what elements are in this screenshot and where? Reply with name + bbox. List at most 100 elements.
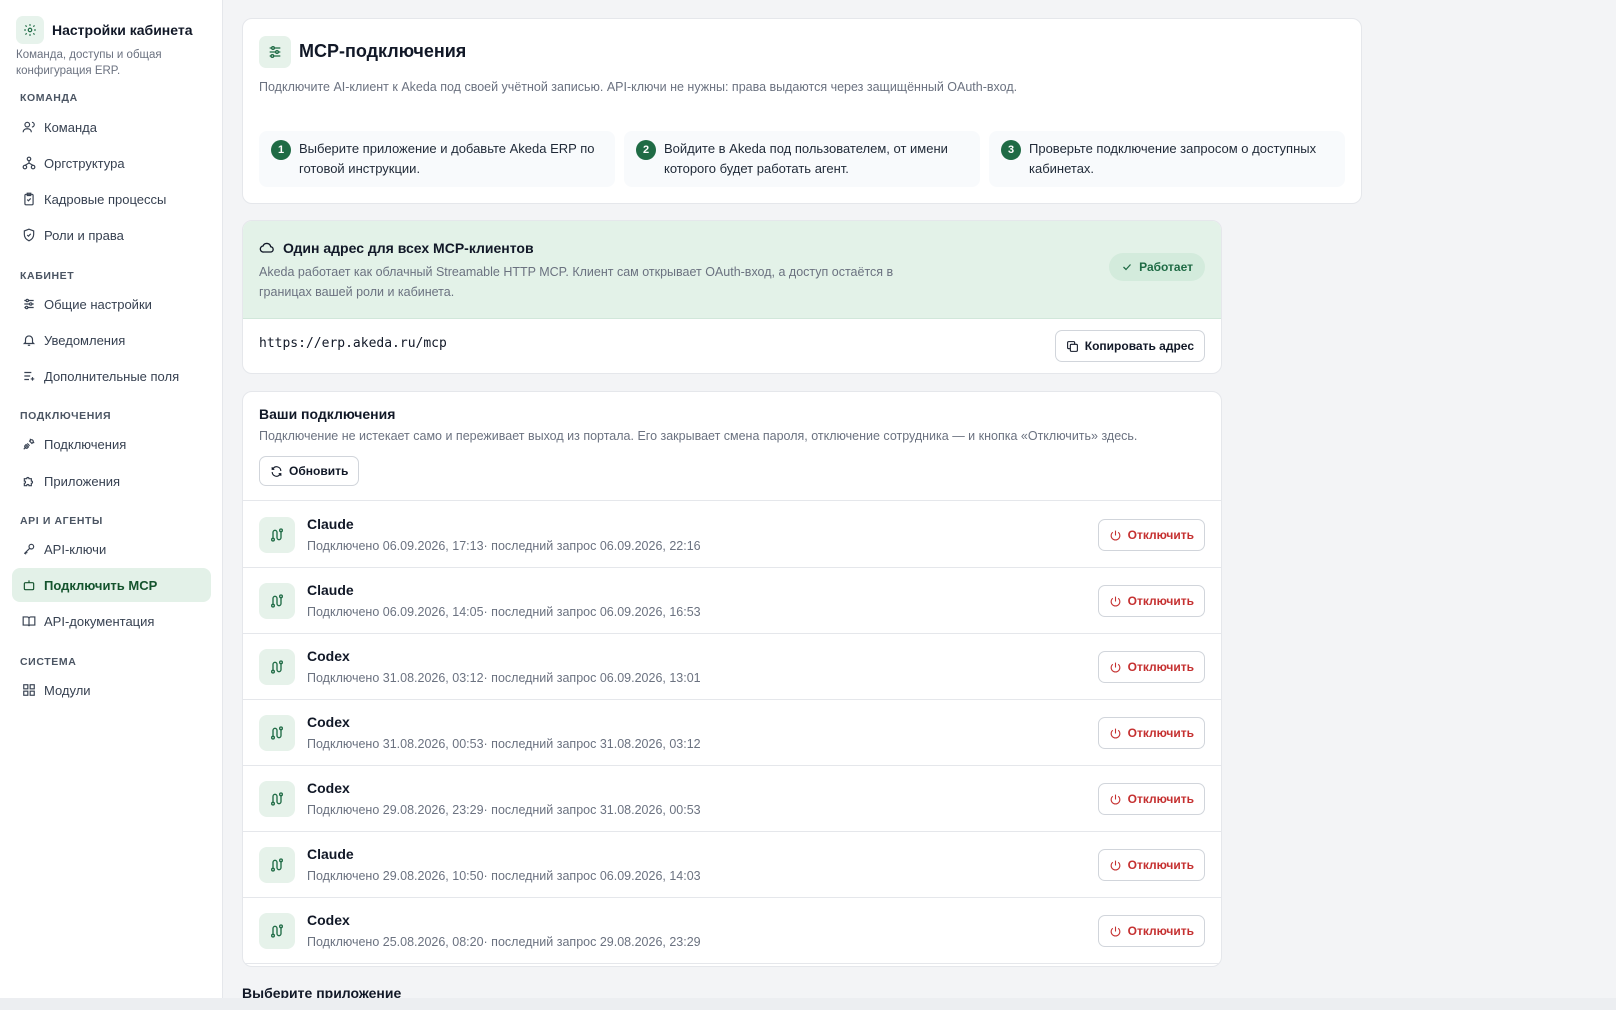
refresh-icon bbox=[271, 465, 282, 477]
section-team: Команда bbox=[20, 92, 78, 104]
plug-icon bbox=[23, 438, 35, 450]
sidebar-item-team[interactable]: Команда bbox=[12, 110, 211, 144]
connections-card: Ваши подключения Подключение не истекает… bbox=[242, 391, 1222, 967]
sidebar-item-api-keys[interactable]: API-ключи bbox=[12, 532, 211, 566]
connection-meta: Подключено 06.09.2026, 14:05· последний … bbox=[307, 605, 701, 619]
sidebar-item-label: Уведомления bbox=[44, 332, 126, 348]
page-description: Подключите AI-клиент к Akeda под своей у… bbox=[259, 80, 1018, 94]
sidebar-item-modules[interactable]: Модули bbox=[12, 673, 211, 707]
grid-icon bbox=[23, 684, 35, 696]
sidebar-item-label: API-документация bbox=[44, 613, 155, 629]
sidebar-item-roles[interactable]: Роли и права bbox=[12, 218, 211, 252]
disconnect-button[interactable]: Отключить bbox=[1097, 585, 1205, 617]
connection-row: Claude Подключено 06.09.2026, 17:13· пос… bbox=[243, 501, 1221, 568]
connections-title: Ваши подключения bbox=[259, 406, 396, 422]
sidebar-item-label: Общие настройки bbox=[44, 296, 152, 312]
disconnect-button[interactable]: Отключить bbox=[1097, 849, 1205, 881]
power-icon bbox=[1110, 662, 1120, 672]
connection-meta: Подключено 31.08.2026, 00:53· последний … bbox=[307, 737, 701, 751]
power-icon bbox=[1110, 596, 1120, 606]
refresh-button[interactable]: Обновить bbox=[259, 456, 360, 486]
power-icon bbox=[1110, 860, 1120, 870]
connection-row: Claude Подключено 06.09.2026, 14:05· пос… bbox=[243, 567, 1221, 634]
sidebar-item-mcp[interactable]: Подключить MCP bbox=[12, 568, 211, 602]
step-number: 3 bbox=[1001, 140, 1021, 160]
gear-icon bbox=[16, 16, 44, 44]
status-badge: Работает bbox=[1109, 253, 1205, 281]
list-plus-icon bbox=[24, 371, 35, 381]
sidebar-item-hr[interactable]: Кадровые процессы bbox=[12, 182, 211, 216]
step-1: 1 Выберите приложение и добавьте Akeda E… bbox=[259, 131, 615, 187]
check-icon bbox=[1123, 264, 1132, 271]
connection-name: Claude bbox=[307, 516, 354, 532]
connection-row: Codex Подключено 29.08.2026, 23:29· посл… bbox=[243, 765, 1221, 832]
sidebar-item-label: Подключить MCP bbox=[44, 577, 158, 593]
cloud-icon bbox=[259, 242, 274, 253]
disconnect-button[interactable]: Отключить bbox=[1097, 915, 1205, 947]
sidebar-item-label: API-ключи bbox=[44, 541, 107, 557]
step-number: 1 bbox=[271, 140, 291, 160]
users-icon bbox=[22, 121, 35, 133]
puzzle-icon bbox=[23, 476, 34, 487]
power-icon bbox=[1110, 530, 1120, 540]
route-icon bbox=[259, 583, 295, 619]
mcp-address-card: Один адрес для всех MCP-клиентов Akeda р… bbox=[242, 220, 1222, 374]
power-icon bbox=[1110, 926, 1120, 936]
route-icon bbox=[259, 649, 295, 685]
address-title-row: Один адрес для всех MCP-клиентов bbox=[259, 240, 534, 256]
connection-meta: Подключено 31.08.2026, 03:12· последний … bbox=[307, 671, 701, 685]
power-icon bbox=[1110, 794, 1120, 804]
mcp-url: https://erp.akeda.ru/mcp bbox=[259, 336, 447, 351]
sliders-icon bbox=[24, 298, 34, 310]
route-icon bbox=[259, 517, 295, 553]
connection-row: Codex Подключено 25.08.2026, 08:20· посл… bbox=[243, 897, 1221, 964]
sidebar-item-label: Приложения bbox=[44, 473, 121, 489]
step-3: 3 Проверьте подключение запросом о досту… bbox=[989, 131, 1345, 187]
disconnect-button[interactable]: Отключить bbox=[1097, 783, 1205, 815]
status-label: Работает bbox=[1139, 260, 1193, 274]
route-icon bbox=[259, 715, 295, 751]
sidebar-item-label: Модули bbox=[44, 682, 91, 698]
sidebar-item-connections[interactable]: Подключения bbox=[12, 427, 211, 461]
section-api: API и агенты bbox=[20, 515, 103, 527]
step-number: 2 bbox=[636, 140, 656, 160]
sidebar-item-apps[interactable]: Приложения bbox=[12, 464, 211, 498]
bot-icon bbox=[23, 580, 35, 591]
disconnect-button[interactable]: Отключить bbox=[1097, 717, 1205, 749]
sidebar-item-label: Дополнительные поля bbox=[44, 368, 180, 384]
connection-name: Codex bbox=[307, 648, 350, 664]
connection-meta: Подключено 06.09.2026, 17:13· последний … bbox=[307, 539, 701, 553]
disconnect-label: Отключить bbox=[1127, 792, 1194, 806]
sidebar: Настройки кабинета Команда, доступы и об… bbox=[0, 0, 223, 998]
connection-row: Codex Подключено 31.08.2026, 03:12· посл… bbox=[243, 633, 1221, 700]
book-icon bbox=[22, 616, 36, 627]
sidebar-item-orgstructure[interactable]: Оргструктура bbox=[12, 146, 211, 180]
disconnect-button[interactable]: Отключить bbox=[1097, 651, 1205, 683]
sidebar-item-label: Кадровые процессы bbox=[44, 191, 167, 207]
connection-row: Codex Подключено 31.08.2026, 00:53· посл… bbox=[243, 699, 1221, 766]
bell-icon bbox=[22, 335, 36, 346]
disconnect-button[interactable]: Отключить bbox=[1097, 519, 1205, 551]
connection-name: Codex bbox=[307, 912, 350, 928]
page-title: MCP-подключения bbox=[299, 41, 467, 61]
refresh-label: Обновить bbox=[289, 464, 349, 478]
bottom-strip bbox=[0, 998, 1616, 1010]
sidebar-item-label: Оргструктура bbox=[44, 155, 125, 171]
sidebar-item-fields[interactable]: Дополнительные поля bbox=[12, 359, 211, 393]
shield-icon bbox=[23, 228, 35, 242]
step-text: Выберите приложение и добавьте Akeda ERP… bbox=[299, 141, 595, 176]
sidebar-item-notifications[interactable]: Уведомления bbox=[12, 323, 211, 357]
power-icon bbox=[1110, 728, 1120, 738]
sidebar-title: Настройки кабинета bbox=[52, 22, 193, 38]
mcp-hero-card: MCP-подключения Подключите AI-клиент к A… bbox=[242, 18, 1362, 204]
connection-name: Codex bbox=[307, 714, 350, 730]
copy-address-button[interactable]: Копировать адрес bbox=[1054, 330, 1205, 362]
sidebar-item-api-docs[interactable]: API-документация bbox=[12, 604, 211, 638]
connection-name: Claude bbox=[307, 582, 354, 598]
connection-meta: Подключено 29.08.2026, 23:29· последний … bbox=[307, 803, 701, 817]
disconnect-label: Отключить bbox=[1127, 528, 1194, 542]
route-icon bbox=[259, 847, 295, 883]
sidebar-item-general[interactable]: Общие настройки bbox=[12, 287, 211, 321]
connection-row: Claude Подключено 29.08.2026, 10:50· пос… bbox=[243, 831, 1221, 898]
address-header: Один адрес для всех MCP-клиентов Akeda р… bbox=[243, 221, 1221, 319]
